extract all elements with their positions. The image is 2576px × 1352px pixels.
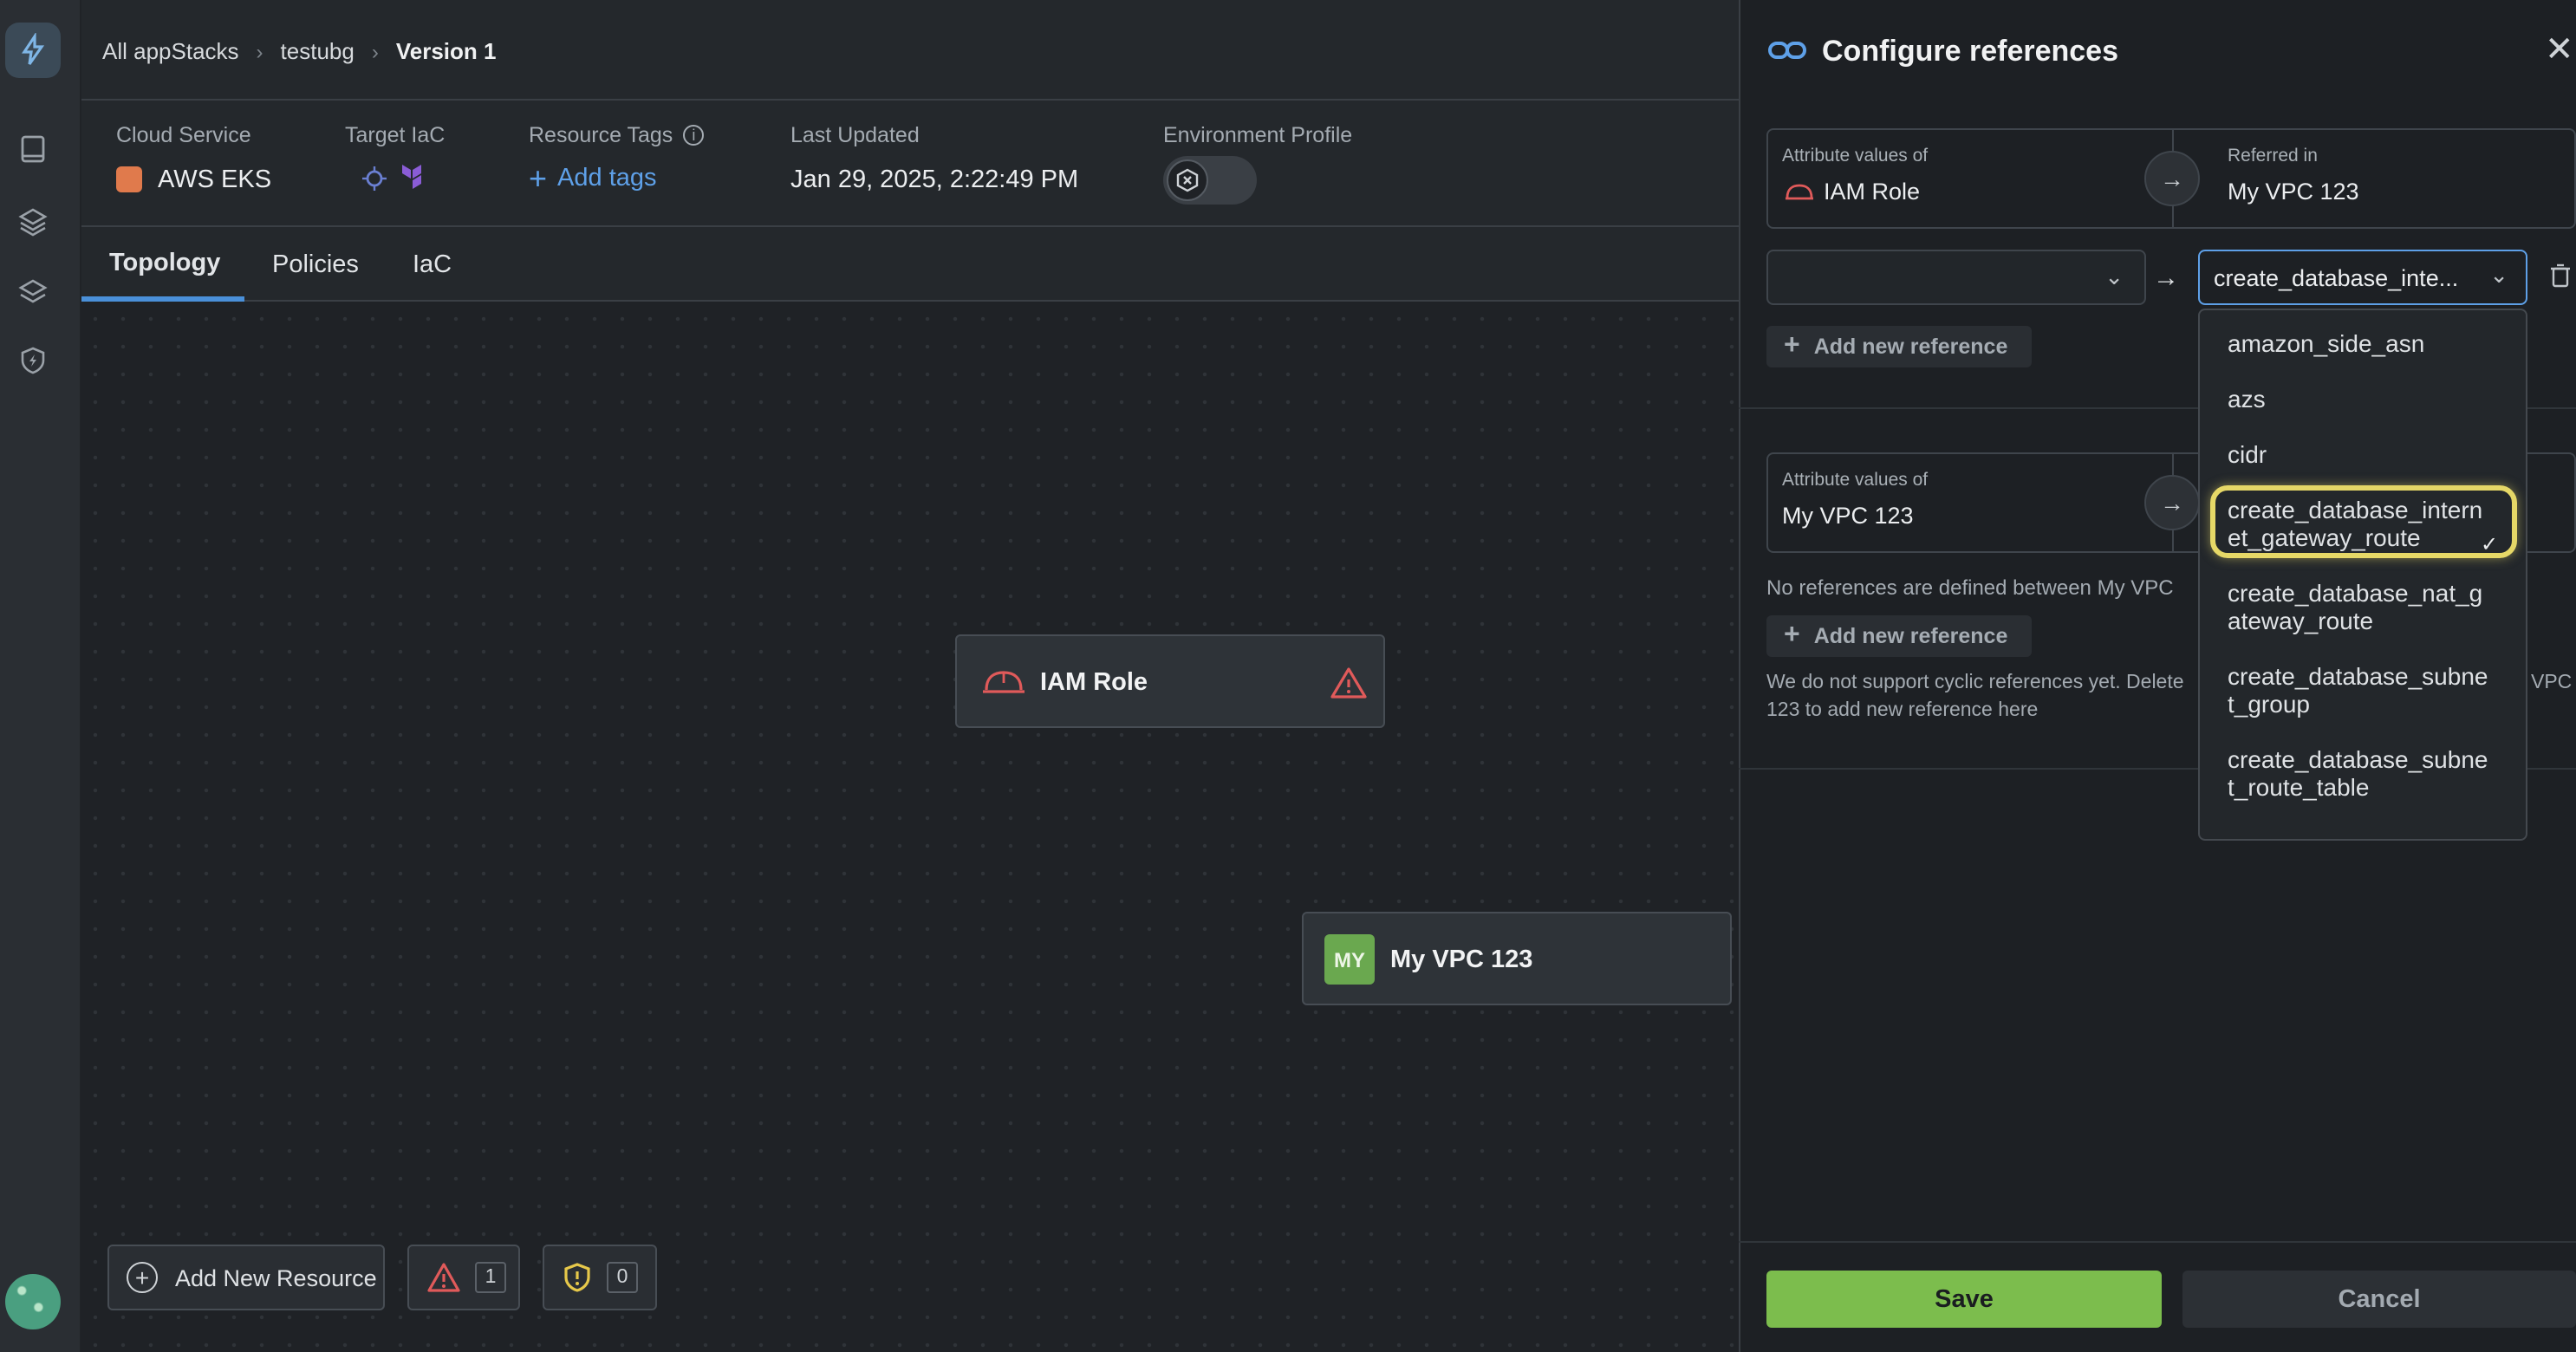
dropdown-option[interactable]: create_database_subne t_group (2228, 662, 2514, 718)
cyclic-note-line1: We do not support cyclic references yet.… (1766, 673, 2184, 693)
to-value: My VPC 123 (2228, 179, 2359, 205)
hardhat-icon (1784, 180, 1815, 205)
from-value: My VPC 123 (1782, 503, 1914, 529)
dropdown-option[interactable]: create_database_subne t_route_table (2228, 745, 2514, 801)
to-label: Referred in (2228, 146, 2318, 166)
option-line: t_group (2228, 690, 2310, 718)
last-updated-label: Last Updated (790, 123, 920, 147)
add-tags-button[interactable]: + Add tags (529, 161, 657, 196)
aws-eks-icon (116, 166, 142, 192)
environment-profile-toggle[interactable] (1163, 156, 1257, 205)
cloud-service-label: Cloud Service (116, 123, 251, 147)
variable-icon (1167, 159, 1208, 201)
add-new-resource-button[interactable]: + Add New Resource (107, 1245, 385, 1310)
shield-count: 0 (607, 1262, 638, 1293)
add-new-reference-button[interactable]: + Add new reference (1766, 326, 2032, 367)
selected-option-highlight (2210, 485, 2517, 558)
save-button[interactable]: Save (1766, 1271, 2162, 1328)
from-label: Attribute values of (1782, 146, 1929, 166)
breadcrumb-item-appstacks[interactable]: All appStacks (102, 38, 239, 64)
user-avatar[interactable] (5, 1274, 61, 1329)
dropdown-option[interactable]: create_database_nat_g ateway_route (2228, 579, 2514, 634)
cyclic-note-tail: VPC (2531, 673, 2573, 693)
breadcrumb: All appStacks › testubg › Version 1 (102, 38, 496, 64)
add-new-reference-label: Add new reference (1813, 335, 2008, 359)
policy-violations-button[interactable]: 0 (543, 1245, 657, 1310)
plus-icon: + (529, 161, 548, 196)
no-references-text: No references are defined between My VPC (1766, 575, 2174, 600)
chevron-right-icon: › (371, 39, 379, 63)
left-rail (0, 0, 81, 1352)
info-icon[interactable]: i (683, 125, 705, 146)
hardhat-icon (981, 666, 1026, 700)
terraform-icon (400, 163, 428, 192)
active-tab-indicator (81, 296, 244, 302)
option-line: ateway_route (2228, 607, 2374, 634)
breadcrumb-item-app[interactable]: testubg (281, 38, 355, 64)
app-logo-icon[interactable] (5, 23, 61, 78)
dropdown-option[interactable]: azs (2228, 385, 2514, 413)
warning-triangle-icon (426, 1262, 461, 1293)
vpc-badge: MY (1324, 934, 1375, 985)
from-value: IAM Role (1824, 179, 1921, 205)
vpc-node[interactable]: MY My VPC 123 (1302, 912, 1732, 1005)
plus-icon: + (1784, 331, 1800, 361)
add-new-reference-label: Add new reference (1813, 624, 2008, 648)
dropdown-option[interactable]: amazon_side_asn (2228, 329, 2514, 357)
iam-role-node[interactable]: IAM Role (955, 634, 1385, 728)
info-bar (81, 101, 1739, 227)
option-line: t_route_table (2228, 773, 2370, 801)
chevron-down-icon: ⌄ (2489, 262, 2508, 288)
stack-icon[interactable] (16, 274, 50, 309)
shield-bolt-icon[interactable] (16, 343, 50, 378)
footer-divider (1739, 1241, 2576, 1243)
layers-icon[interactable] (16, 205, 50, 239)
link-icon (1766, 33, 1808, 68)
plus-icon: + (1784, 621, 1800, 650)
from-label: Attribute values of (1782, 470, 1929, 491)
add-new-resource-label: Add New Resource (175, 1264, 377, 1290)
option-line: create_database_subne (2228, 745, 2488, 773)
resource-tags-text: Resource Tags (529, 123, 673, 147)
last-updated-value: Jan 29, 2025, 2:22:49 PM (790, 166, 1079, 194)
arrow-right-icon: → (2144, 151, 2200, 206)
add-tags-label: Add tags (557, 165, 657, 192)
resource-tags-label: Resource Tags i (529, 123, 705, 147)
cloud-service-value: AWS EKS (158, 166, 272, 194)
tab-topology[interactable]: Topology (109, 250, 220, 277)
chevron-right-icon: › (256, 39, 263, 63)
chevron-down-icon: ⌄ (2104, 263, 2124, 289)
add-new-reference-button-2[interactable]: + Add new reference (1766, 615, 2032, 657)
arrow-right-icon: → (2153, 263, 2179, 293)
helm-icon (361, 165, 388, 192)
warnings-button[interactable]: 1 (407, 1245, 520, 1310)
option-line: create_database_nat_g (2228, 579, 2483, 607)
tab-iac[interactable]: IaC (413, 251, 452, 279)
cyclic-note-line2: 123 to add new reference here (1766, 700, 2039, 721)
plus-circle-icon: + (127, 1262, 158, 1293)
dropdown-option[interactable]: cidr (2228, 440, 2514, 468)
attribute-dropdown: amazon_side_asn azs cidr create_database… (2198, 309, 2527, 841)
shield-alert-icon (562, 1262, 593, 1293)
warning-count: 1 (475, 1262, 506, 1293)
target-attribute-select[interactable]: create_database_inte... ⌄ (2198, 250, 2527, 305)
target-iac-label: Target IaC (345, 123, 446, 147)
iam-role-title: IAM Role (1040, 669, 1148, 697)
breadcrumb-item-version: Version 1 (395, 38, 497, 64)
tab-policies[interactable]: Policies (272, 251, 359, 279)
warning-icon[interactable] (1330, 666, 1368, 700)
close-icon[interactable]: ✕ (2545, 33, 2574, 68)
cancel-button[interactable]: Cancel (2182, 1271, 2576, 1328)
book-icon[interactable] (16, 132, 50, 166)
source-attribute-select[interactable]: ⌄ (1766, 250, 2146, 305)
vpc-title: My VPC 123 (1390, 946, 1533, 974)
arrow-right-icon: → (2144, 475, 2200, 530)
environment-profile-label: Environment Profile (1163, 123, 1353, 147)
option-line: create_database_subne (2228, 662, 2488, 690)
target-select-value: create_database_inte... (2214, 265, 2459, 291)
trash-icon[interactable] (2548, 262, 2573, 289)
panel-title: Configure references (1822, 35, 2118, 68)
